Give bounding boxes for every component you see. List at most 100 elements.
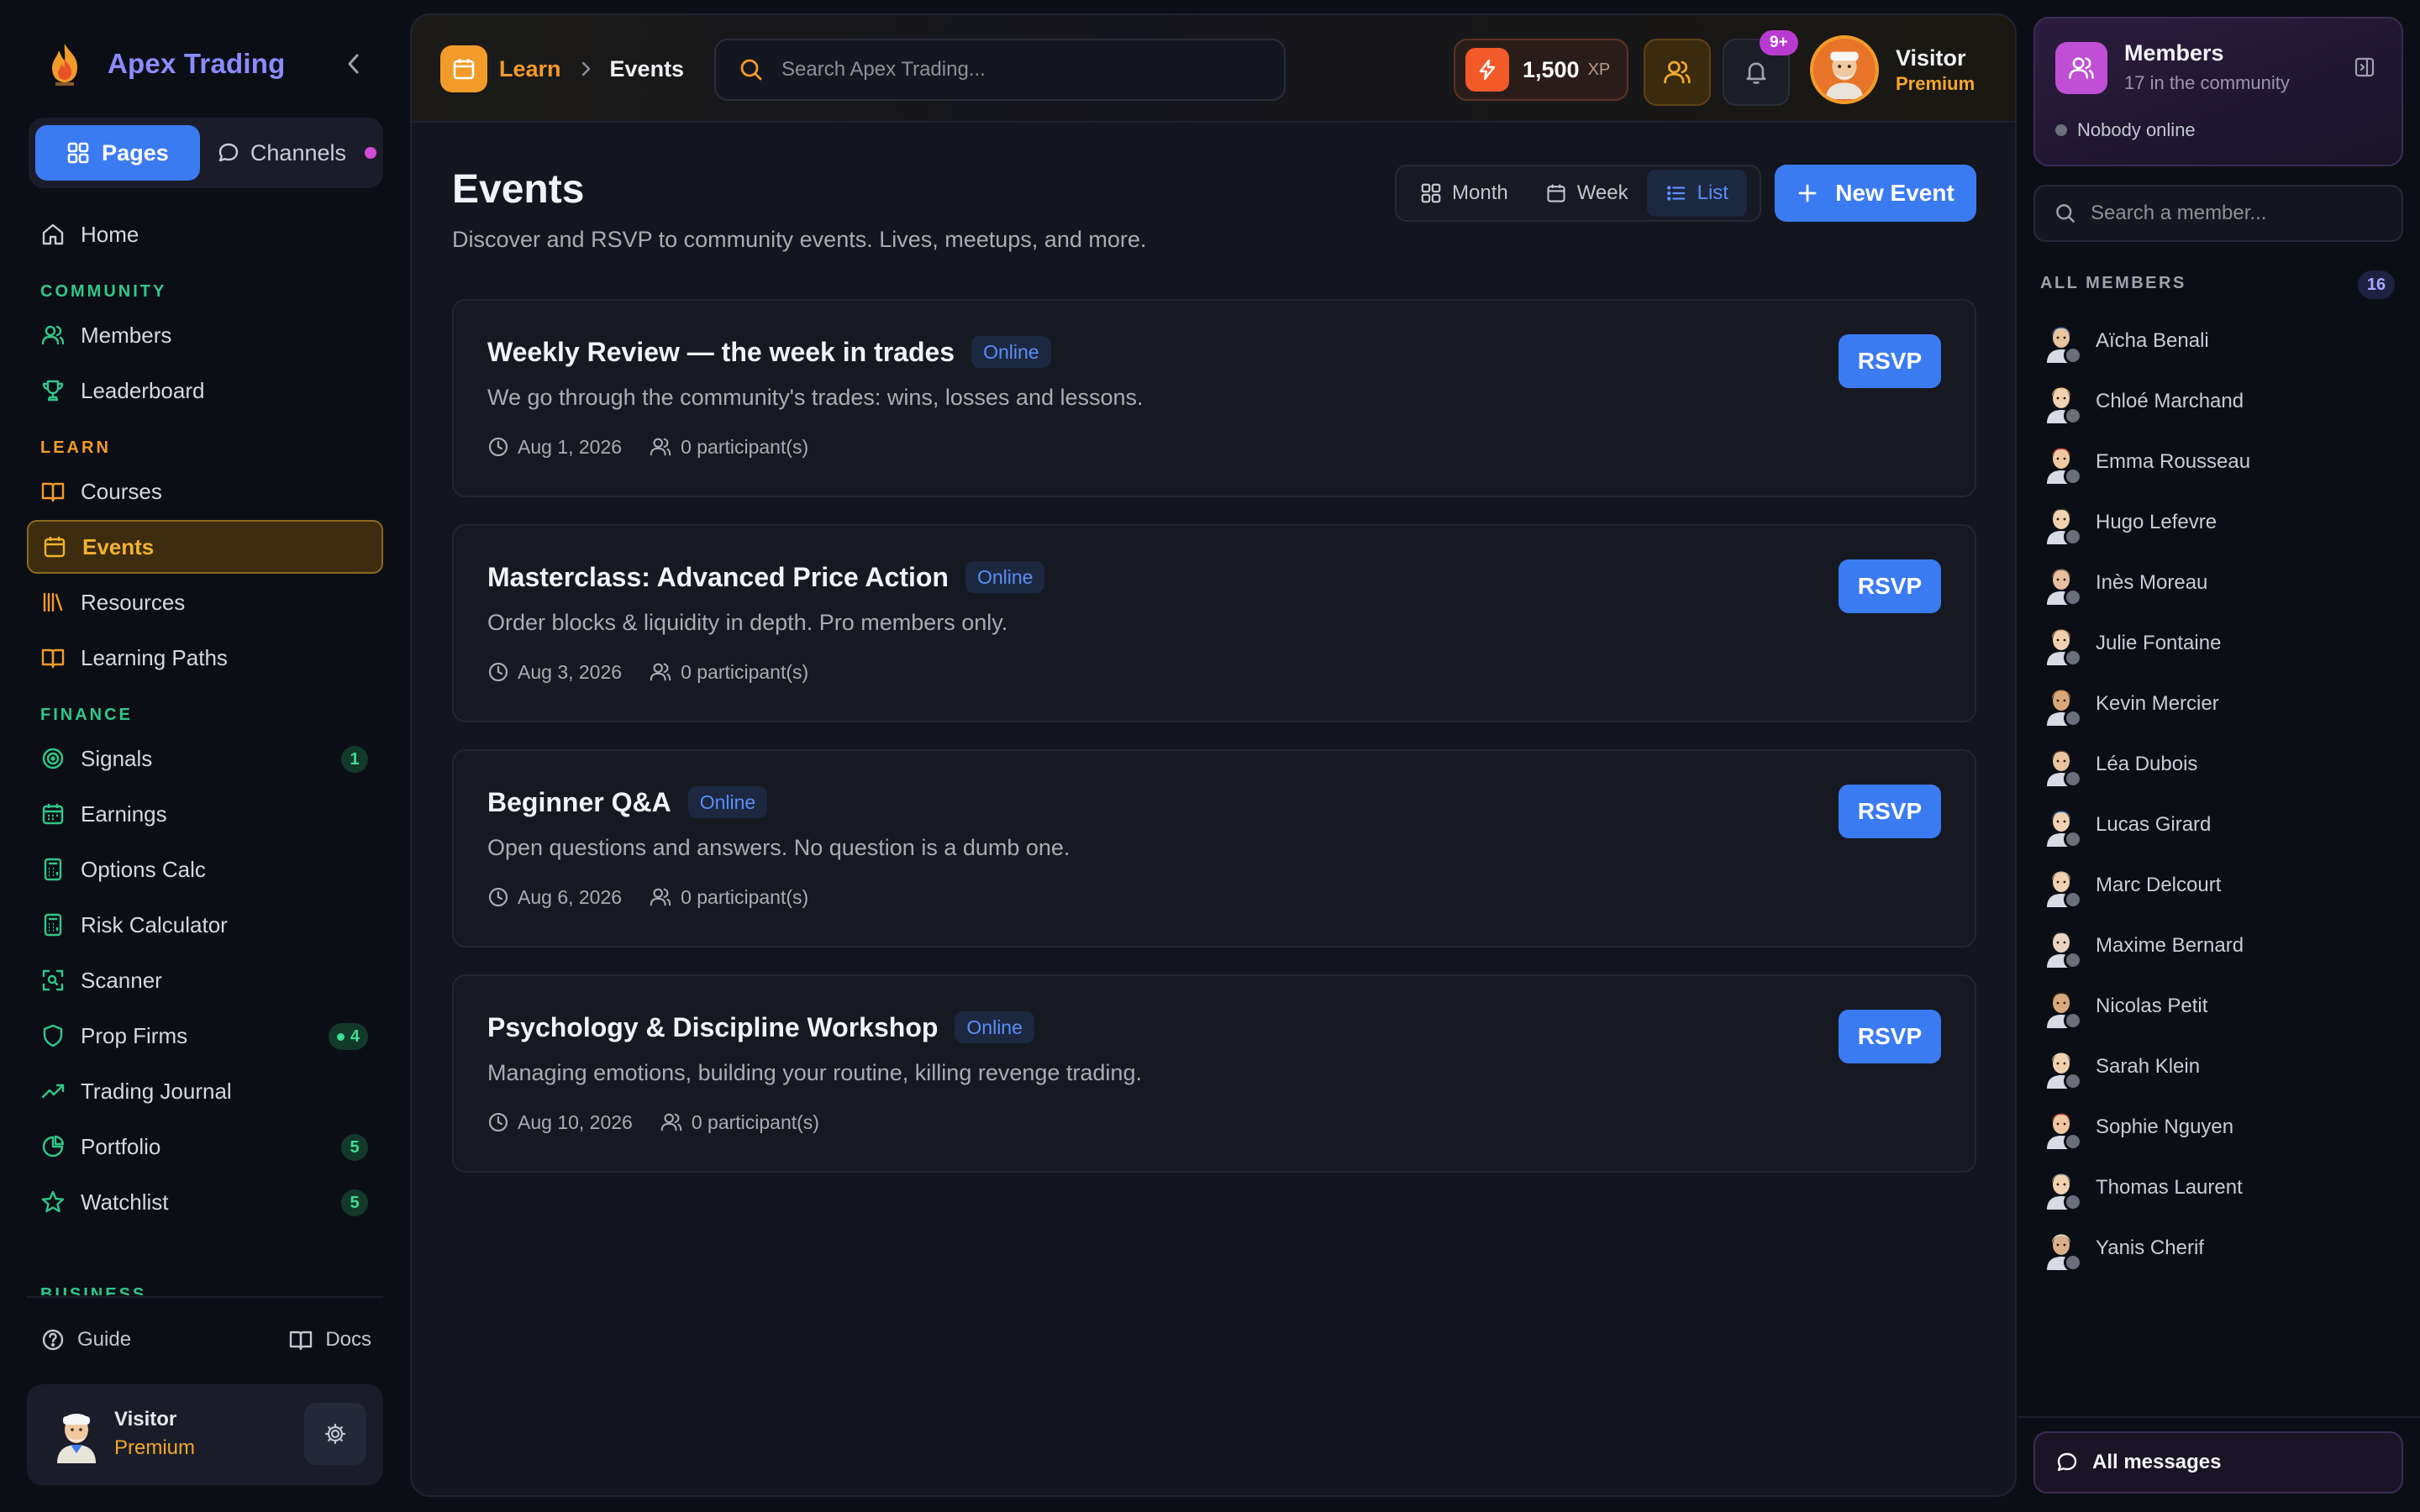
event-participants: 0 participant(s) [660, 1110, 819, 1134]
list-item[interactable]: Thomas Laurent [2042, 1158, 2395, 1218]
list-item[interactable]: Kevin Mercier [2042, 674, 2395, 734]
search-input[interactable] [781, 58, 1252, 81]
event-meta: Aug 10, 2026 0 participant(s) [487, 1110, 846, 1134]
topbar: Learn Events 1,500 XP 9+ [412, 15, 2015, 123]
docs-link[interactable]: Docs [288, 1327, 371, 1352]
offline-status-dot [2064, 1072, 2082, 1090]
sidebar-item-earnings[interactable]: Earnings [27, 787, 383, 841]
help-circle-icon [42, 1329, 64, 1351]
list-item[interactable]: Yanis Cherif [2042, 1218, 2395, 1278]
pages-tab[interactable]: Pages [35, 125, 200, 181]
offline-status-dot [2064, 467, 2082, 486]
sidebar: Apex Trading Pages Channels Home COMMUNI… [0, 0, 408, 1512]
event-date: Aug 1, 2026 [487, 436, 622, 459]
event-title: Masterclass: Advanced Price Action [487, 561, 949, 592]
close-panel-button[interactable] [2353, 55, 2376, 79]
list-item[interactable]: Hugo Lefevre [2042, 492, 2395, 553]
avatar [2042, 1045, 2082, 1090]
list-item[interactable]: Nicolas Petit [2042, 976, 2395, 1037]
list-item[interactable]: Marc Delcourt [2042, 855, 2395, 916]
topbar-user-menu[interactable]: Visitor Premium [1810, 35, 1975, 104]
xp-counter[interactable]: 1,500 XP [1454, 39, 1628, 101]
sidebar-item-trading-journal[interactable]: Trading Journal [27, 1064, 383, 1118]
sidebar-item-portfolio[interactable]: Portfolio 5 [27, 1120, 383, 1173]
list-item[interactable]: Emma Rousseau [2042, 432, 2395, 492]
event-card[interactable]: Masterclass: Advanced Price Action Onlin… [452, 524, 1976, 722]
grid-icon [1421, 183, 1441, 203]
member-search[interactable] [2033, 185, 2403, 242]
sidebar-item-events[interactable]: Events [27, 520, 383, 574]
avatar [2042, 1105, 2082, 1151]
list-item[interactable]: Aïcha Benali [2042, 311, 2395, 371]
sidebar-item-resources[interactable]: Resources [27, 575, 383, 629]
calendar-icon [1547, 184, 1565, 202]
settings-button[interactable] [304, 1403, 366, 1465]
view-month-button[interactable]: Month [1402, 170, 1527, 217]
sidebar-nav: Home COMMUNITY Members Leaderboard LEARN… [27, 207, 383, 1231]
list-item[interactable]: Maxime Bernard [2042, 916, 2395, 976]
view-list-button[interactable]: List [1646, 170, 1747, 217]
event-location-tag: Online [687, 786, 768, 818]
channels-tab[interactable]: Channels [217, 125, 376, 181]
event-card[interactable]: Beginner Q&A Online Open questions and a… [452, 749, 1976, 948]
view-week-button[interactable]: Week [1527, 170, 1647, 217]
new-event-label: New Event [1835, 180, 1954, 206]
sidebar-item-leaderboard[interactable]: Leaderboard [27, 364, 383, 417]
list-item[interactable]: Léa Dubois [2042, 734, 2395, 795]
list-item[interactable]: Julie Fontaine [2042, 613, 2395, 674]
member-search-input[interactable] [2091, 202, 2393, 225]
bell-icon [1746, 62, 1766, 84]
sidebar-item-courses[interactable]: Courses [27, 465, 383, 518]
rsvp-button[interactable]: RSVP [1839, 334, 1941, 388]
online-status-text: Nobody online [2077, 119, 2196, 140]
user-role: Premium [1896, 72, 1975, 94]
list-item[interactable]: Inès Moreau [2042, 553, 2395, 613]
list-item[interactable]: Sophie Nguyen [2042, 1097, 2395, 1158]
sidebar-item-watchlist[interactable]: Watchlist 5 [27, 1175, 383, 1229]
guide-link[interactable]: Guide [40, 1327, 131, 1352]
collapse-sidebar-button[interactable] [339, 47, 368, 81]
event-date-text: Aug 6, 2026 [518, 885, 623, 908]
sidebar-item-members[interactable]: Members [27, 308, 383, 362]
event-card[interactable]: Weekly Review — the week in trades Onlin… [452, 299, 1976, 497]
new-event-button[interactable]: New Event [1775, 165, 1976, 222]
sidebar-item-prop-firms[interactable]: Prop Firms 4 [27, 1009, 383, 1063]
list-item[interactable]: Chloé Marchand [2042, 371, 2395, 432]
all-messages-button[interactable]: All messages [2033, 1431, 2403, 1494]
event-location-tag: Online [965, 561, 1045, 593]
main-content: Learn Events 1,500 XP 9+ [410, 13, 2017, 1497]
sidebar-user-card[interactable]: Visitor Premium [27, 1384, 383, 1485]
brand[interactable]: Apex Trading [44, 39, 285, 89]
breadcrumb: Learn Events [499, 54, 684, 84]
list-item[interactable]: Lucas Girard [2042, 795, 2395, 855]
rsvp-button[interactable]: RSVP [1839, 785, 1941, 838]
sidebar-item-home[interactable]: Home [27, 207, 383, 261]
event-description: Managing emotions, building your routine… [487, 1060, 1142, 1085]
members-button[interactable] [1644, 39, 1711, 106]
member-name: Chloé Marchand [2096, 390, 2244, 412]
status-dot [2055, 124, 2067, 136]
offline-status-dot [2064, 1253, 2082, 1272]
breadcrumb-learn[interactable]: Learn [499, 56, 561, 82]
book-open-icon [290, 1331, 313, 1351]
global-search[interactable] [714, 39, 1286, 101]
sidebar-item-options-calc[interactable]: Options Calc [27, 843, 383, 896]
page-subtitle: Discover and RSVP to community events. L… [452, 227, 1147, 252]
view-month-label: Month [1452, 181, 1508, 204]
sidebar-item-label: Home [81, 221, 139, 247]
event-description: Order blocks & liquidity in depth. Pro m… [487, 610, 1008, 635]
sidebar-item-scanner[interactable]: Scanner [27, 953, 383, 1007]
rsvp-button[interactable]: RSVP [1839, 1010, 1941, 1063]
member-name: Thomas Laurent [2096, 1176, 2243, 1199]
members-panel: Members 17 in the community Nobody onlin… [2018, 0, 2420, 1512]
rsvp-button[interactable]: RSVP [1839, 559, 1941, 613]
event-participants-text: 0 participant(s) [681, 660, 809, 683]
sidebar-item-risk-calculator[interactable]: Risk Calculator [27, 898, 383, 952]
users-icon [1664, 60, 1691, 84]
list-item[interactable]: Sarah Klein [2042, 1037, 2395, 1097]
sidebar-item-signals[interactable]: Signals 1 [27, 732, 383, 785]
calculator-icon [44, 858, 62, 881]
event-card[interactable]: Psychology & Discipline Workshop Online … [452, 974, 1976, 1173]
avatar [2042, 682, 2082, 727]
sidebar-item-learning-paths[interactable]: Learning Paths [27, 631, 383, 685]
